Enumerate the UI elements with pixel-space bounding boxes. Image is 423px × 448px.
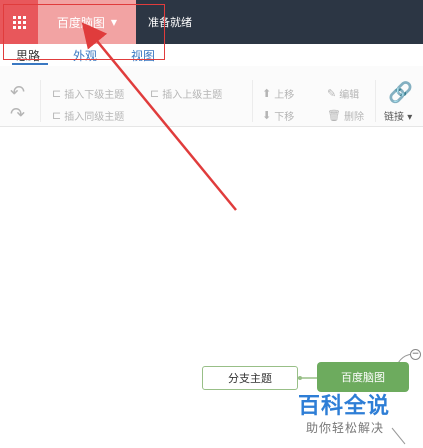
tab-bar: 思路 外观 视图 (0, 44, 423, 66)
caret-down-icon: ▼ (110, 17, 118, 27)
active-tab-indicator (12, 63, 48, 65)
link-label: 链接 (384, 112, 404, 123)
delete-button[interactable]: 🗑 删除 (327, 108, 364, 123)
delete-label: 删除 (343, 112, 364, 123)
status-text: 准备就绪 (148, 16, 192, 29)
insert-child-label: 插入下级主题 (64, 90, 125, 101)
move-up-label: 上移 (274, 90, 295, 101)
tab-appearance[interactable]: 外观 (73, 47, 97, 64)
brand-label: 百度脑图 (56, 15, 105, 30)
watermark-subtitle: 助你轻松解决 (306, 421, 385, 435)
apps-button[interactable] (0, 0, 38, 44)
collapse-toggle[interactable]: − (410, 349, 421, 360)
insert-sibling-button[interactable]: ⊏ 插入同级主题 (52, 108, 124, 123)
chain-link-icon[interactable]: 🔗 (388, 80, 413, 104)
caret-down-icon: ▾ (407, 112, 413, 123)
edit-label: 编辑 (339, 90, 360, 101)
tab-view[interactable]: 视图 (131, 47, 155, 64)
insert-parent-label: 插入上级主题 (162, 90, 223, 101)
toolbar-divider (252, 80, 253, 122)
toolbar-divider (375, 80, 376, 122)
arrow-up-icon: ⬆ (262, 87, 272, 100)
undo-icon[interactable]: ↶ (10, 82, 25, 103)
tab-ideas[interactable]: 思路 (16, 47, 40, 64)
watermark-title: 百科全说 (298, 394, 391, 419)
arrow-down-icon: ⬇ (262, 109, 272, 122)
link-dropdown-button[interactable]: 链接 ▾ (384, 108, 412, 123)
branch-topic-label: 分支主题 (228, 372, 272, 385)
insert-child-button[interactable]: ⊏ 插入下级主题 (52, 86, 124, 101)
insert-child-icon: ⊏ (52, 87, 62, 100)
move-down-label: 下移 (274, 112, 295, 123)
insert-parent-button[interactable]: ⊏ 插入上级主题 (150, 86, 222, 101)
branch-topic-node[interactable]: 分支主题 (202, 366, 298, 390)
move-down-button[interactable]: ⬇ 下移 (262, 108, 294, 123)
root-topic-label: 百度脑图 (341, 371, 385, 384)
insert-sibling-label: 插入同级主题 (64, 112, 125, 123)
pencil-icon: ✎ (327, 87, 337, 100)
edit-button[interactable]: ✎ 编辑 (327, 86, 359, 101)
brand-menu-button[interactable]: 百度脑图 ▼ (38, 0, 136, 44)
trash-icon: 🗑 (327, 109, 341, 122)
insert-parent-icon: ⊏ (150, 87, 160, 100)
insert-sibling-icon: ⊏ (52, 109, 62, 122)
move-up-button[interactable]: ⬆ 上移 (262, 86, 294, 101)
redo-icon[interactable]: ↷ (10, 104, 25, 125)
grid-icon (12, 15, 26, 29)
toolbar-divider (40, 80, 41, 122)
